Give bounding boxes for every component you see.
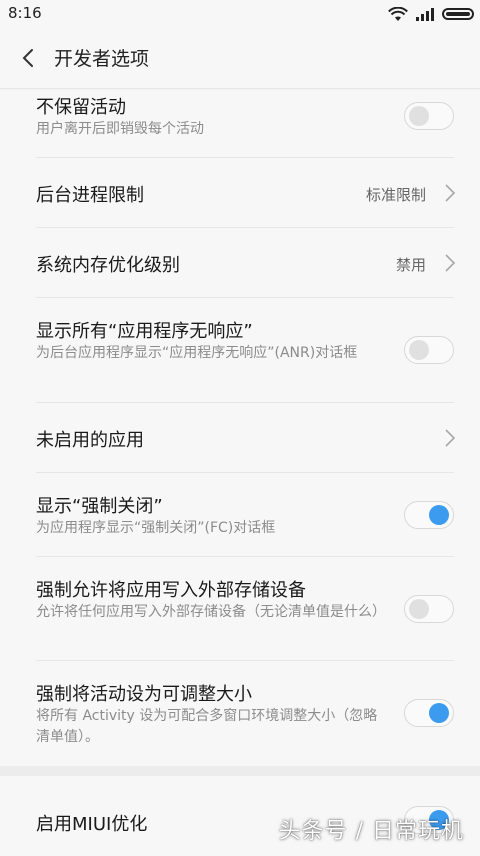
watermark: 头条号 / 日常玩机 [278,819,464,844]
page-title: 开发者选项 [54,48,150,70]
setting-background-process-limit[interactable]: 后台进程限制 标准限制 [0,158,480,228]
setting-title: 强制将活动设为可调整大小 [36,684,252,705]
toggle-knob [409,106,429,126]
setting-title: 显示所有“应用程序无响应” [36,321,253,342]
wifi-icon [388,6,408,21]
setting-show-force-close[interactable]: 显示“强制关闭” 为应用程序显示“强制关闭”(FC)对话框 [0,473,480,557]
setting-subtitle: 允许将任何应用写入外部存储设备（无论清单值是什么） [36,604,386,620]
toggle-knob [409,599,429,619]
setting-force-resizable-activities[interactable]: 强制将活动设为可调整大小 将所有 Activity 设为可配合多窗口环境调整大小… [0,661,480,766]
setting-subtitle: 将所有 Activity 设为可配合多窗口环境调整大小（忽略清单值）。 [36,708,378,745]
toggle-switch[interactable] [404,336,454,364]
setting-memory-optimization[interactable]: 系统内存优化级别 禁用 [0,228,480,298]
chevron-right-icon [445,184,456,202]
setting-subtitle: 为应用程序显示“强制关闭”(FC)对话框 [36,520,276,536]
setting-title: 启用MIUI优化 [36,814,148,835]
setting-title: 后台进程限制 [36,185,144,206]
status-time: 8:16 [8,4,42,22]
signal-icon [416,8,434,21]
chevron-right-icon [445,254,456,272]
setting-value: 禁用 [395,256,426,274]
setting-value: 标准限制 [365,186,426,204]
toggle-switch[interactable] [404,501,454,529]
setting-subtitle: 用户离开后即销毁每个活动 [36,121,204,137]
settings-list: 不保留活动 用户离开后即销毁每个活动 后台进程限制 标准限制 系统内存优化级别 … [0,90,480,856]
setting-show-all-anrs[interactable]: 显示所有“应用程序无响应” 为后台应用程序显示“应用程序无响应”(ANR)对话框 [0,298,480,403]
toggle-knob [429,505,449,525]
setting-inactive-apps[interactable]: 未启用的应用 [0,403,480,473]
battery-icon [442,8,474,20]
toggle-switch[interactable] [404,595,454,623]
setting-title: 未启用的应用 [36,430,144,451]
setting-title: 系统内存优化级别 [36,255,180,276]
toggle-knob [409,340,429,360]
setting-force-external-storage[interactable]: 强制允许将应用写入外部存储设备 允许将任何应用写入外部存储设备（无论清单值是什么… [0,557,480,661]
toggle-switch[interactable] [404,699,454,727]
chevron-right-icon [445,429,456,447]
setting-title: 显示“强制关闭” [36,496,163,517]
section-gap [0,766,480,776]
status-bar: 8:16 [0,0,480,28]
setting-title: 不保留活动 [36,97,126,118]
setting-dont-keep-activities[interactable]: 不保留活动 用户离开后即销毁每个活动 [0,90,480,158]
toggle-switch[interactable] [404,102,454,130]
setting-subtitle: 为后台应用程序显示“应用程序无响应”(ANR)对话框 [36,345,358,361]
toggle-knob [429,703,449,723]
back-arrow-icon[interactable] [14,44,42,72]
setting-title: 强制允许将应用写入外部存储设备 [36,580,306,601]
status-icons [388,5,474,23]
app-header: 开发者选项 [0,28,480,88]
